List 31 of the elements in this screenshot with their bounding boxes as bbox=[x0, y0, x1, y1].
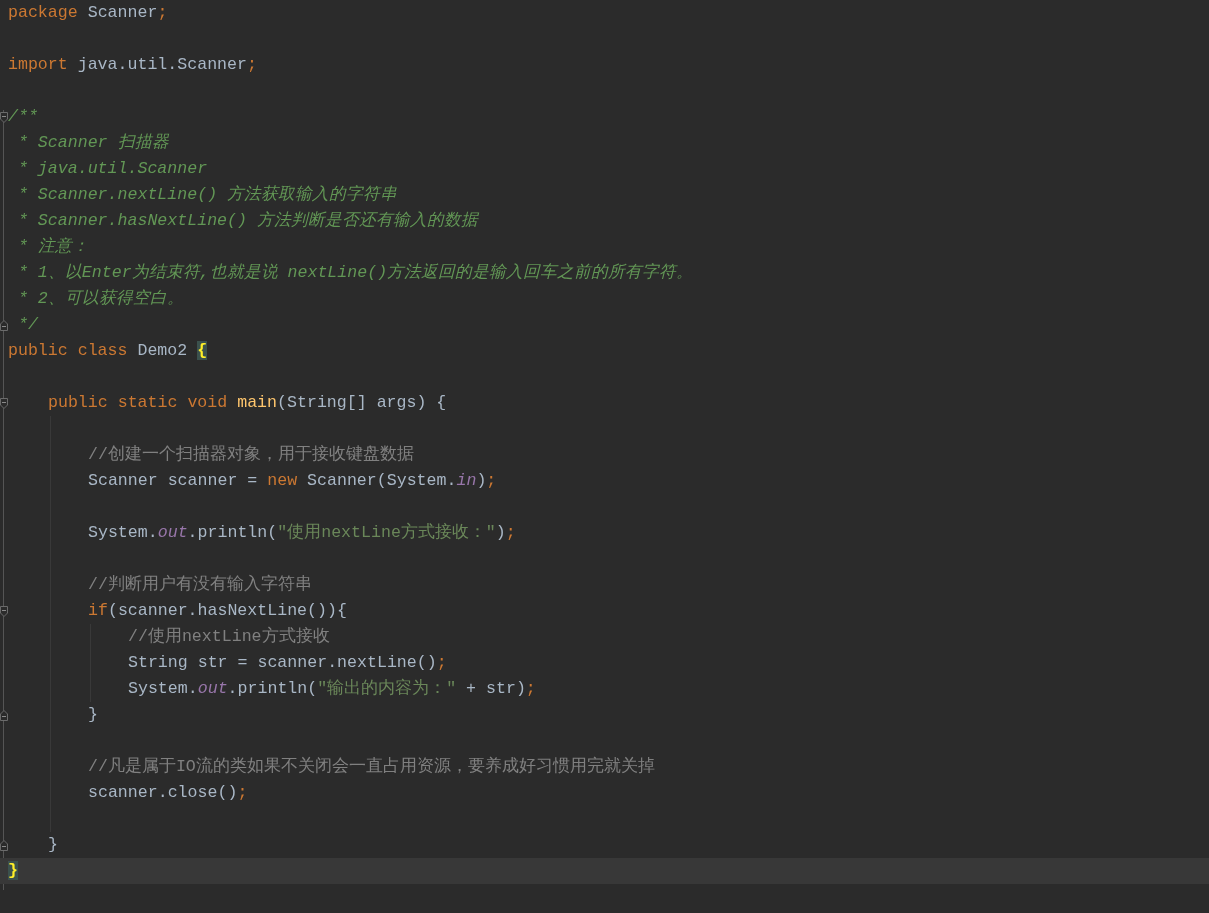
code-line: public class Demo2 { bbox=[8, 339, 208, 362]
code-line: * Scanner.hasNextLine() 方法判断是否还有输入的数据 bbox=[16, 209, 478, 232]
code-line: Scanner scanner = new Scanner(System.in); bbox=[88, 469, 497, 492]
code-line: */ bbox=[16, 313, 38, 336]
fold-marker-icon[interactable] bbox=[0, 605, 8, 617]
fold-marker-icon[interactable] bbox=[0, 397, 8, 409]
code-line: //使用nextLine方式接收 bbox=[128, 625, 330, 648]
code-line: * 1、以Enter为结束符,也就是说 nextLine()方法返回的是输入回车之前的所有字符。 bbox=[16, 261, 694, 284]
code-line: /** bbox=[8, 105, 38, 128]
fold-marker-icon[interactable] bbox=[0, 709, 8, 721]
fold-marker-icon[interactable] bbox=[0, 839, 8, 851]
fold-marker-icon[interactable] bbox=[0, 111, 8, 123]
code-line: System.out.println("使用nextLine方式接收："); bbox=[88, 521, 516, 544]
code-line: import java.util.Scanner; bbox=[8, 53, 257, 76]
code-line: String str = scanner.nextLine(); bbox=[128, 651, 447, 674]
code-line: public static void main(String[] args) { bbox=[48, 391, 447, 414]
code-line: * java.util.Scanner bbox=[16, 157, 208, 180]
code-line: //创建一个扫描器对象，用于接收键盘数据 bbox=[88, 443, 414, 466]
code-line: * Scanner.nextLine() 方法获取输入的字符串 bbox=[16, 183, 398, 206]
code-line: * 2、可以获得空白。 bbox=[16, 287, 184, 310]
code-line: //判断用户有没有输入字符串 bbox=[88, 573, 312, 596]
code-line: System.out.println("输出的内容为：" + str); bbox=[128, 677, 536, 700]
code-line: * Scanner 扫描器 bbox=[16, 131, 169, 154]
code-line: //凡是属于IO流的类如果不关闭会一直占用资源，要养成好习惯用完就关掉 bbox=[88, 755, 655, 778]
code-line: } bbox=[48, 833, 58, 856]
code-line: scanner.close(); bbox=[88, 781, 248, 804]
code-line: * 注意： bbox=[16, 235, 89, 258]
fold-marker-icon[interactable] bbox=[0, 319, 8, 331]
code-line: package Scanner; bbox=[8, 1, 168, 24]
code-line: if(scanner.hasNextLine()){ bbox=[88, 599, 347, 622]
code-line: } bbox=[88, 703, 98, 726]
